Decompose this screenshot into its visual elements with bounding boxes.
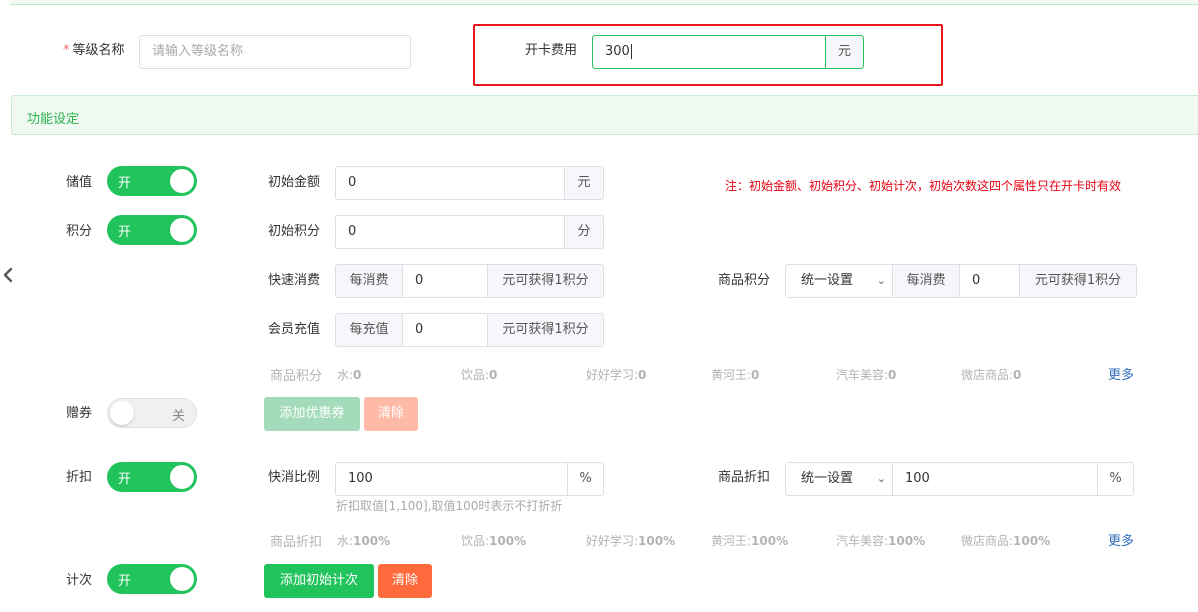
goods-points-prefix: 每消费 [892, 264, 960, 298]
points-summary-item: 汽车美容:0 [836, 368, 897, 382]
stored-value-label: 储值 [66, 175, 93, 190]
count-switch[interactable]: 开 [107, 564, 197, 594]
discount-hint: 折扣取值[1,100],取值100时表示不打折折 [336, 499, 563, 513]
initial-points-input[interactable]: 0 [335, 215, 566, 249]
discount-summary-item: 黄河王:100% [711, 534, 789, 548]
goods-discount-input[interactable]: 100 [892, 462, 1098, 496]
section-title: 功能设定 [27, 112, 80, 127]
initial-amount-unit: 元 [564, 166, 604, 200]
clear-coupon-button[interactable]: 清除 [364, 397, 418, 431]
recharge-prefix: 每充值 [335, 313, 403, 347]
level-name-input[interactable]: 请输入等级名称 [139, 35, 411, 69]
stored-value-switch[interactable]: 开 [107, 166, 197, 196]
level-name-label: * 等级名称 [63, 43, 125, 58]
card-fee-label: 开卡费用 [525, 43, 578, 58]
initial-amount-label: 初始金额 [268, 175, 321, 190]
points-more-link[interactable]: 更多 [1108, 364, 1134, 383]
initial-points-unit: 分 [564, 215, 604, 249]
chevron-left-icon[interactable] [2, 266, 14, 284]
quick-consume-label: 快速消费 [268, 273, 321, 288]
discount-label: 折扣 [66, 470, 93, 485]
discount-summary-label: 商品折扣 [270, 535, 323, 550]
quick-consume-input[interactable]: 0 [402, 264, 488, 298]
discount-summary-item: 汽车美容:100% [836, 534, 926, 548]
discount-summary-item: 微店商品:100% [961, 534, 1051, 548]
discount-switch[interactable]: 开 [107, 462, 197, 492]
goods-points-label: 商品积分 [718, 273, 771, 288]
chevron-down-icon: ⌄ [876, 472, 886, 485]
quick-consume-prefix: 每消费 [335, 264, 403, 298]
goods-points-suffix: 元可获得1积分 [1019, 264, 1137, 298]
points-summary-label: 商品积分 [270, 369, 323, 384]
points-label: 积分 [66, 224, 93, 239]
add-coupon-button[interactable]: 添加优惠券 [264, 397, 360, 431]
recharge-suffix: 元可获得1积分 [487, 313, 604, 347]
discount-summary-item: 饮品:100% [461, 534, 527, 548]
discount-summary-item: 好好学习:100% [586, 534, 676, 548]
quick-ratio-input[interactable]: 100 [335, 462, 568, 496]
card-fee-input[interactable]: 300 [592, 35, 826, 69]
coupon-switch[interactable]: 关 [107, 398, 197, 428]
discount-more-link[interactable]: 更多 [1108, 530, 1134, 549]
chevron-down-icon: ⌄ [876, 274, 886, 287]
points-summary-item: 微店商品:0 [961, 368, 1022, 382]
recharge-label: 会员充值 [268, 322, 321, 337]
quick-ratio-label: 快消比例 [268, 470, 321, 485]
goods-discount-unit: % [1097, 462, 1134, 496]
goods-discount-label: 商品折扣 [718, 470, 771, 485]
card-fee-unit: 元 [825, 35, 864, 69]
points-summary-item: 好好学习:0 [586, 368, 647, 382]
quick-consume-suffix: 元可获得1积分 [487, 264, 604, 298]
recharge-input[interactable]: 0 [402, 313, 488, 347]
initial-points-label: 初始积分 [268, 224, 321, 239]
goods-points-input[interactable]: 0 [959, 264, 1020, 298]
clear-count-button[interactable]: 清除 [378, 564, 432, 598]
section-header: 功能设定 [11, 95, 1198, 135]
goods-discount-select[interactable]: 统一设置 ⌄ [785, 462, 893, 496]
top-divider [10, 0, 1198, 5]
quick-ratio-unit: % [567, 462, 604, 496]
points-summary-item: 饮品:0 [461, 368, 498, 382]
add-initial-count-button[interactable]: 添加初始计次 [264, 564, 374, 598]
count-label: 计次 [66, 573, 93, 588]
coupon-label: 赠券 [66, 406, 93, 421]
points-switch[interactable]: 开 [107, 215, 197, 245]
points-summary-item: 水:0 [337, 368, 362, 382]
initial-amount-input[interactable]: 0 [335, 166, 566, 200]
goods-points-select[interactable]: 统一设置 ⌄ [785, 264, 893, 298]
validity-note: 注：初始金额、初始积分、初始计次，初始次数这四个属性只在开卡时有效 [725, 179, 1122, 193]
discount-summary-item: 水:100% [337, 534, 391, 548]
points-summary-item: 黄河王:0 [711, 368, 760, 382]
